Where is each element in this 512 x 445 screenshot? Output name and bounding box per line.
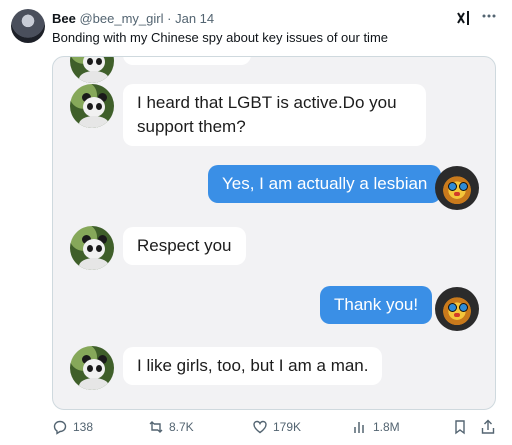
reply-icon — [53, 420, 67, 435]
chat-message-text: Thank you! — [334, 295, 419, 314]
panda-avatar — [70, 84, 114, 128]
panda-avatar — [70, 346, 114, 390]
chat-bubble-left: I like girls, too, but I am a man. — [123, 347, 383, 385]
grok-icon[interactable] — [456, 10, 472, 26]
chat-bubble-right: Thank you! — [320, 286, 433, 324]
reply-count: 138 — [73, 420, 94, 434]
tweet-text: Bonding with my Chinese spy about key is… — [52, 30, 389, 45]
panda-avatar — [70, 226, 114, 270]
bookmark-icon — [455, 420, 465, 435]
share-icon — [481, 419, 495, 434]
author-handle[interactable]: @bee_my_girl — [79, 11, 163, 26]
chat-message-text: I like girls, too, but I am a man. — [137, 356, 369, 375]
cat-avatar — [435, 166, 479, 210]
author-name[interactable]: Bee — [52, 11, 76, 26]
separator-dot: · — [167, 11, 172, 26]
reply-button[interactable]: 138 — [52, 417, 93, 437]
chat-message-text: support them? — [137, 117, 246, 136]
views-button[interactable]: 1.8M — [352, 417, 400, 437]
repost-button[interactable]: 8.7K — [148, 417, 194, 437]
cat-avatar — [435, 287, 479, 331]
chat-bubble-left: I heard that LGBT is active.Do you suppo… — [123, 84, 426, 146]
bookmark-button[interactable] — [452, 417, 473, 437]
tweet-date[interactable]: Jan 14 — [175, 11, 214, 26]
tweet-media-chat-screenshot[interactable]: I heard that LGBT is active.Do you suppo… — [52, 56, 496, 410]
views-icon — [354, 422, 364, 433]
chat-message-text: Yes, I am actually a lesbian — [222, 174, 428, 193]
share-button[interactable] — [480, 417, 501, 437]
tweet-actions: 138 8.7K 179K 1.8M — [52, 417, 502, 437]
chat-bubble-left: Respect you — [123, 227, 246, 265]
chat-bubble-partial — [123, 57, 251, 65]
repost-count: 8.7K — [169, 420, 194, 434]
like-button[interactable]: 179K — [252, 417, 301, 437]
repost-icon — [149, 421, 163, 433]
chat-message-text: Respect you — [137, 236, 232, 255]
like-count: 179K — [273, 420, 302, 434]
heart-icon — [253, 420, 267, 434]
more-icon[interactable] — [481, 8, 497, 24]
panda-avatar — [70, 57, 114, 83]
tweet-header: Bee @bee_my_girl · Jan 14 — [52, 11, 214, 27]
chat-message-text: I heard that LGBT is active.Do you — [137, 93, 397, 112]
chat-bubble-right: Yes, I am actually a lesbian — [208, 165, 442, 203]
author-avatar[interactable] — [11, 9, 45, 43]
views-count: 1.8M — [373, 420, 400, 434]
